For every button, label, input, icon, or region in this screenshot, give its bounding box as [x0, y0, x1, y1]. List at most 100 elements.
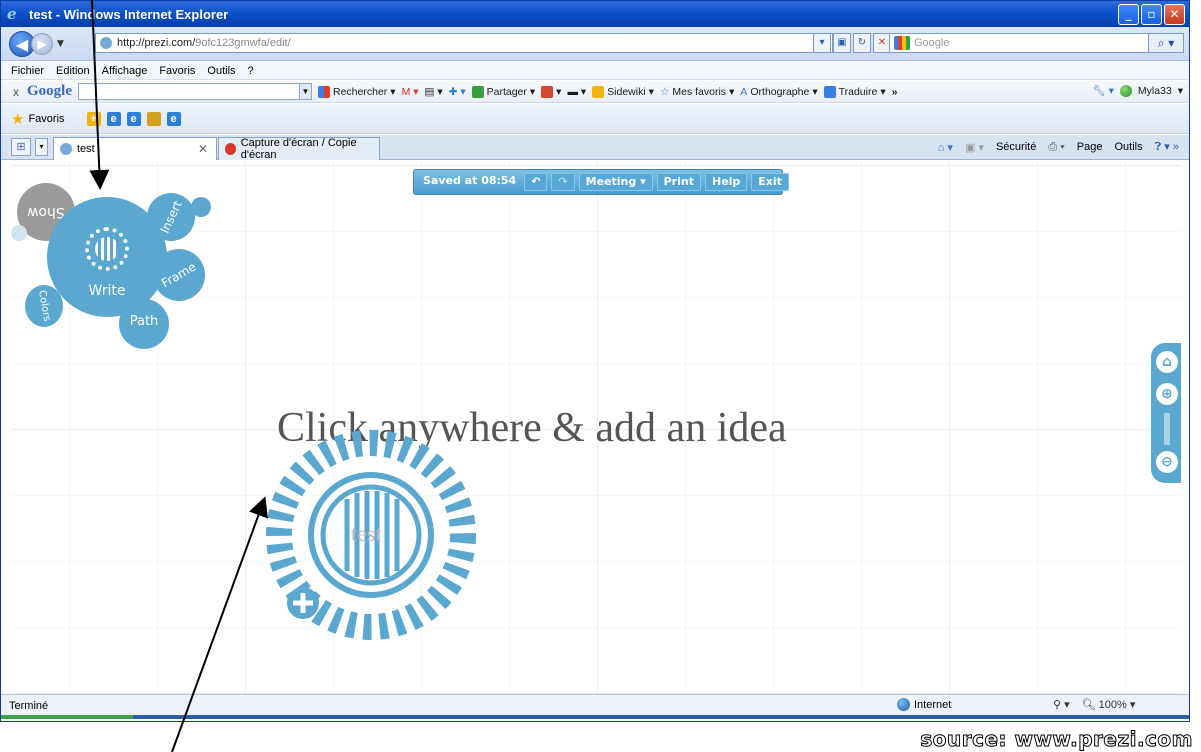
print-button[interactable]: Print: [656, 173, 701, 191]
wrench-icon[interactable]: 🔧︎ ▾: [1092, 84, 1114, 97]
cmd-outils[interactable]: Outils: [1115, 141, 1143, 153]
address-row: ◀ ▶ ▼ http://prezi.com/ 9ofc123gmwfa/edi…: [1, 27, 1189, 61]
share-icon: [471, 85, 484, 98]
tab-close-icon[interactable]: ✕: [198, 142, 208, 156]
google-partager[interactable]: Partager ▾: [471, 85, 535, 98]
favorites-star-icon[interactable]: ★: [11, 110, 24, 128]
google-more[interactable]: »: [892, 86, 898, 98]
menu-edition[interactable]: Edition: [56, 65, 90, 77]
redo-button[interactable]: ↷: [551, 173, 575, 191]
favorites-label[interactable]: Favoris: [28, 113, 64, 125]
menu-affichage[interactable]: Affichage: [102, 65, 148, 77]
home-view-icon[interactable]: ⌂: [1156, 351, 1178, 373]
status-bar: Terminé Internet ⚲ ▾ 🔍︎ 100% ▾: [1, 694, 1189, 716]
google-mes-favoris[interactable]: ☆ Mes favoris ▾: [660, 86, 734, 98]
google-search-input[interactable]: [78, 83, 300, 100]
page-favicon-icon: [100, 37, 112, 49]
bookmark-icon[interactable]: ▤ ▾: [425, 86, 443, 98]
add-favorite-icon[interactable]: +: [86, 111, 101, 126]
google-account: 🔧︎ ▾ Myla33 ▾: [1092, 84, 1183, 97]
status-dot-icon: [1119, 84, 1132, 97]
internet-globe-icon: [897, 698, 910, 711]
google-traduire[interactable]: Traduire ▾: [823, 85, 886, 98]
gmail-icon[interactable]: M ▾: [402, 86, 419, 98]
tab-list-dropdown-icon[interactable]: ▾: [35, 138, 48, 156]
undo-button[interactable]: ↶: [524, 173, 548, 191]
address-dropdown-icon[interactable]: ▾: [813, 33, 831, 53]
frame-bubble[interactable]: Frame: [153, 249, 205, 301]
menu-fichier[interactable]: Fichier: [11, 65, 44, 77]
menu-outils[interactable]: Outils: [207, 65, 235, 77]
google-search-icon: [318, 85, 330, 98]
quick-tabs-icon[interactable]: ⊞: [11, 138, 31, 156]
google-toolbar-close[interactable]: x: [13, 85, 19, 99]
prezi-favicon-icon: [60, 143, 72, 155]
web-slice-icon[interactable]: [146, 111, 161, 126]
help-button[interactable]: Help: [704, 173, 748, 191]
search-go-button[interactable]: ⌕ ▾: [1148, 33, 1184, 53]
tab-row: ⊞ ▾ test ✕ Capture d'écran / Copie d'écr…: [1, 135, 1189, 161]
zoom-level[interactable]: ⚲ ▾ 🔍︎ 100% ▾: [1053, 698, 1135, 711]
exit-button[interactable]: Exit: [751, 173, 789, 191]
protected-mode-icon: ⚲ ▾: [1053, 699, 1070, 711]
tab-test[interactable]: test ✕: [53, 137, 217, 160]
menu-help[interactable]: ?: [248, 65, 254, 77]
cmd-page[interactable]: Page: [1077, 141, 1103, 153]
tab-capture[interactable]: Capture d'écran / Copie d'écran: [218, 137, 380, 161]
ie-favorite-icon-3[interactable]: e: [166, 111, 181, 126]
url-host: http://prezi.com/: [117, 37, 196, 49]
tab-label: Capture d'écran / Copie d'écran: [240, 137, 357, 161]
home-icon[interactable]: ⌂ ▾: [938, 141, 953, 154]
close-button[interactable]: ✕: [1164, 4, 1185, 25]
print-icon[interactable]: ⎙ ▾: [1048, 141, 1064, 154]
google-orthographe[interactable]: A Orthographe ▾: [740, 86, 817, 98]
search-field[interactable]: Google: [889, 33, 1169, 53]
zoom-controls: ⌂ ⊕ ⊖: [1151, 343, 1181, 483]
path-bubble[interactable]: Path: [119, 299, 169, 349]
ie-icon: e: [7, 5, 17, 23]
browser-window: e test - Windows Internet Explorer _ ▫ ✕…: [0, 0, 1190, 722]
url-path: 9ofc123gmwfa/edit/: [195, 37, 291, 49]
spellcheck-icon: A: [740, 85, 748, 98]
user-dropdown-icon[interactable]: ▾: [1178, 85, 1183, 97]
red-tab-icon: [225, 143, 236, 155]
colors-bubble[interactable]: Colors: [25, 285, 63, 327]
tab-label: test: [77, 143, 95, 155]
zoom-slider[interactable]: [1164, 413, 1170, 445]
google-user[interactable]: Myla33: [1138, 85, 1172, 97]
minimize-button[interactable]: _: [1118, 4, 1139, 25]
small-bubble[interactable]: [11, 225, 27, 241]
zoom-out-icon[interactable]: ⊖: [1156, 451, 1178, 473]
zoom-value: 🔍︎ 100% ▾: [1081, 699, 1136, 711]
insert-bubble[interactable]: Insert: [147, 193, 195, 241]
prezi-toolbar: Saved at 08:54 ↶ ↷ Meeting ▾ Print Help …: [413, 169, 789, 195]
insert-sub-bubble[interactable]: [191, 197, 211, 217]
menu-favoris[interactable]: Favoris: [159, 65, 195, 77]
rss-icon[interactable]: ▣ ▾: [965, 141, 984, 154]
cmd-securite[interactable]: Sécurité: [996, 141, 1036, 153]
google-search-dropdown-icon[interactable]: ▼: [300, 83, 312, 100]
command-bar: ⌂ ▾ ▣ ▾ Sécurité ⎙ ▾ Page Outils ❓︎ ▾ »: [938, 140, 1179, 154]
mail-icon[interactable]: ▬ ▾: [567, 86, 586, 98]
refresh-icon[interactable]: ↻: [853, 33, 871, 53]
address-field[interactable]: http://prezi.com/ 9ofc123gmwfa/edit/: [95, 33, 833, 53]
google-sidewiki[interactable]: Sidewiki ▾: [592, 85, 654, 98]
history-dropdown-icon[interactable]: ▼: [57, 39, 64, 49]
forward-button[interactable]: ▶: [31, 32, 53, 55]
translate-icon: [823, 85, 836, 98]
translate-page-icon[interactable]: ▾: [541, 85, 561, 98]
text-object[interactable]: test: [351, 521, 382, 547]
maximize-button[interactable]: ▫: [1141, 4, 1162, 25]
help-icon[interactable]: ❓︎ ▾ »: [1155, 140, 1179, 154]
sidewiki-icon: [592, 85, 605, 98]
ie-favorite-icon[interactable]: e: [106, 111, 121, 126]
saved-status: Saved at 08:54: [423, 174, 517, 187]
google-rechercher[interactable]: Rechercher ▾: [318, 85, 396, 98]
plus-icon[interactable]: ✚ ▾: [449, 86, 466, 98]
prezi-canvas[interactable]: Saved at 08:54 ↶ ↷ Meeting ▾ Print Help …: [11, 161, 1181, 694]
zoom-in-icon[interactable]: ⊕: [1156, 383, 1178, 405]
compatibility-view-icon[interactable]: ▣: [833, 33, 851, 53]
selected-object[interactable]: test: [265, 429, 477, 641]
ie-favorite-icon-2[interactable]: e: [126, 111, 141, 126]
meeting-button[interactable]: Meeting ▾: [578, 173, 653, 191]
